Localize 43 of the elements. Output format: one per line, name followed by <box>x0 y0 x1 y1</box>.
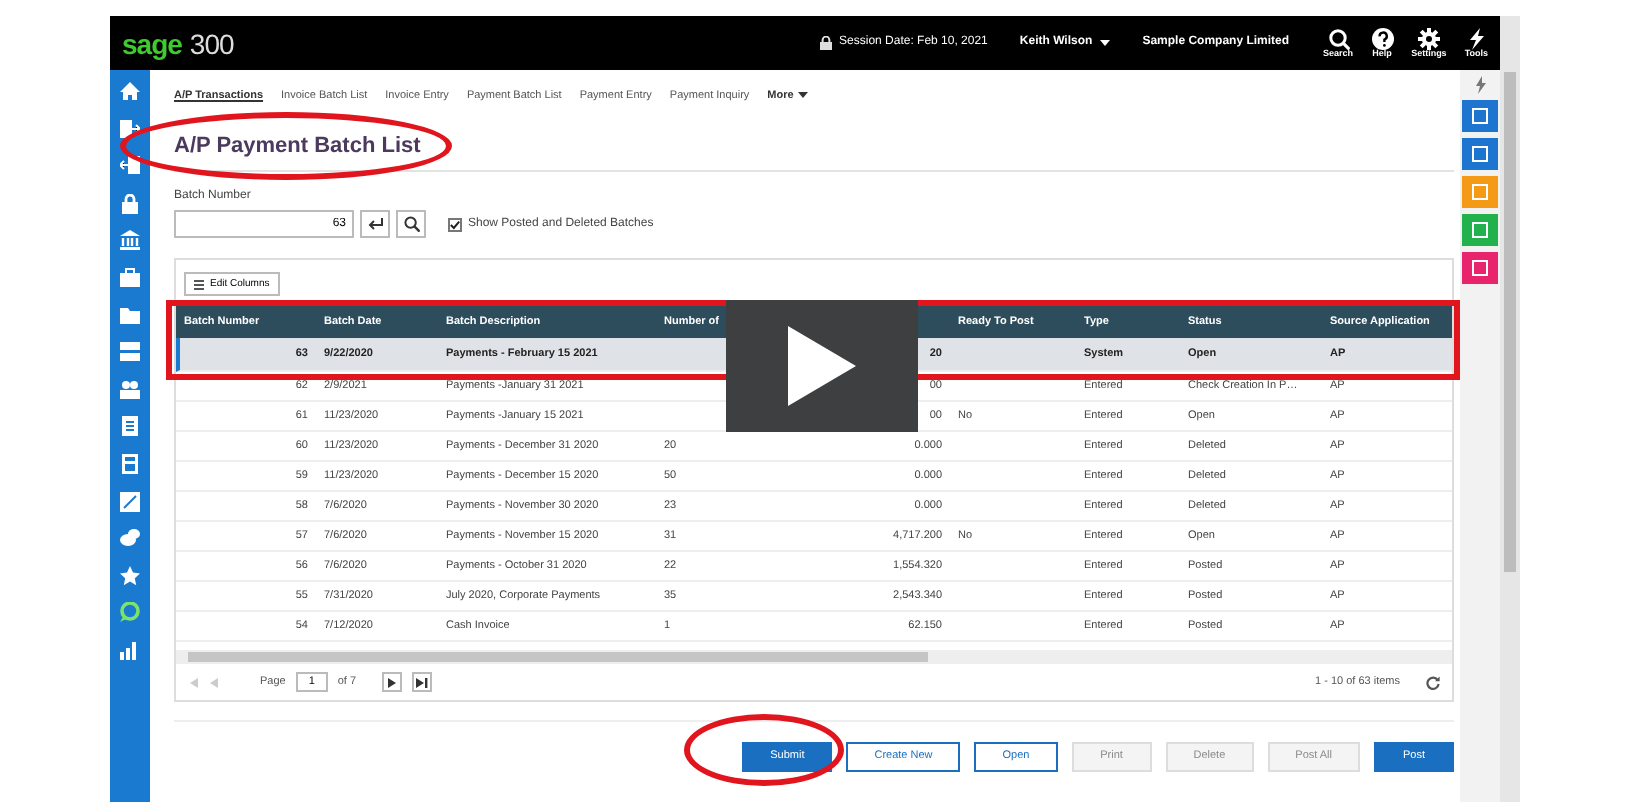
window-icon <box>1472 108 1488 124</box>
calculator-icon[interactable] <box>120 453 140 474</box>
enter-icon <box>367 218 383 230</box>
last-page-button[interactable] <box>412 672 433 692</box>
home-icon[interactable] <box>120 82 140 102</box>
folder-icon[interactable] <box>120 305 140 326</box>
lock-icon <box>819 36 832 50</box>
vertical-scrollbar[interactable] <box>1500 16 1520 802</box>
next-icon[interactable] <box>388 677 397 687</box>
video-play-overlay[interactable] <box>726 300 918 432</box>
grid-icon[interactable] <box>120 342 140 363</box>
search-button[interactable] <box>396 210 426 238</box>
window-button[interactable] <box>1462 138 1498 170</box>
columns-icon <box>194 279 204 289</box>
window-icon <box>1472 146 1488 162</box>
lightning-icon[interactable] <box>1474 76 1486 94</box>
last-icon[interactable] <box>416 677 429 687</box>
lightning-icon <box>1465 27 1488 50</box>
page-title: A/P Payment Batch List <box>174 134 1454 172</box>
horizontal-scrollbar[interactable] <box>176 650 1452 664</box>
help-icon <box>1371 27 1394 50</box>
window-button[interactable] <box>1462 100 1498 132</box>
bar-chart-icon[interactable] <box>120 639 140 660</box>
settings-icon <box>1417 27 1440 50</box>
next-page-button[interactable] <box>382 672 403 692</box>
lock-icon[interactable] <box>120 193 140 214</box>
search-icon <box>403 216 419 232</box>
caret-icon <box>1100 40 1111 46</box>
caret-icon <box>797 91 808 98</box>
bank-icon[interactable] <box>120 230 140 251</box>
chat-icon[interactable] <box>120 602 140 623</box>
document-arrow-icon[interactable] <box>120 119 140 140</box>
search-icon <box>1327 27 1350 50</box>
logo-number: 300 <box>189 27 234 59</box>
document-arrow-icon[interactable] <box>120 156 140 177</box>
refresh-icon[interactable] <box>1426 675 1440 689</box>
play-icon <box>788 326 856 406</box>
logo-text: sage <box>122 27 182 59</box>
people-icon[interactable] <box>120 379 140 400</box>
star-icon[interactable] <box>120 565 140 586</box>
briefcase-icon[interactable] <box>120 267 140 288</box>
checkbox[interactable] <box>448 217 462 231</box>
enter-button[interactable] <box>360 210 390 238</box>
